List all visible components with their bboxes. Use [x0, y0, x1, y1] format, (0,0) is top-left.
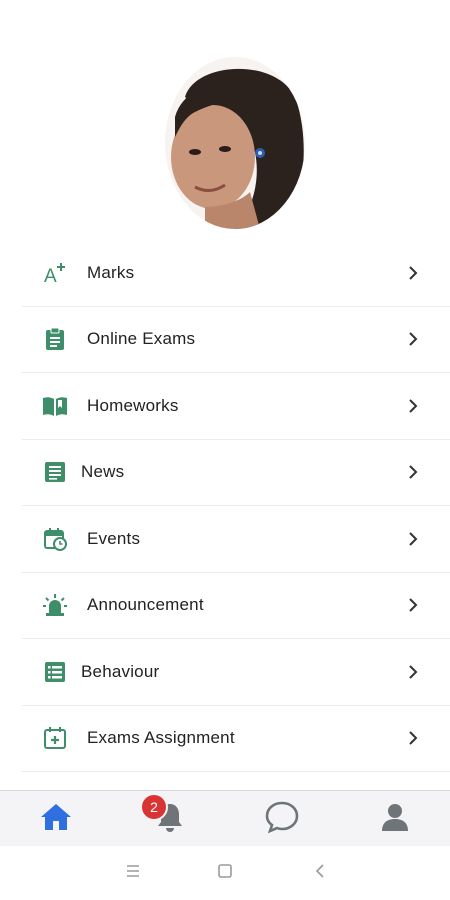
avatar-image	[165, 57, 305, 229]
system-navigation-bar	[0, 846, 450, 900]
menu-item-homeworks[interactable]: Homeworks	[22, 373, 450, 440]
person-icon	[380, 802, 410, 837]
chevron-right-icon	[406, 332, 420, 346]
list-icon	[42, 659, 68, 685]
bottom-navigation	[0, 790, 450, 846]
menu-lines-icon	[125, 864, 141, 883]
menu-item-label: News	[81, 462, 125, 482]
menu-item-events[interactable]: Events	[22, 506, 450, 573]
menu-item-label: Homeworks	[87, 395, 179, 415]
menu-item-label: Announcement	[87, 595, 204, 615]
square-icon	[217, 863, 233, 884]
chevron-right-icon	[406, 598, 420, 612]
book-icon	[42, 393, 68, 419]
recent-apps-button[interactable]	[118, 860, 148, 886]
notification-count-badge: 2	[140, 793, 168, 821]
chat-icon	[264, 800, 300, 839]
menu-item-label: Marks	[87, 262, 135, 282]
clipboard-icon	[42, 326, 68, 352]
menu-item-label: Events	[87, 528, 141, 548]
home-icon	[39, 802, 73, 837]
menu-item-label: Online Exams	[87, 329, 196, 349]
calendar-plus-icon	[42, 725, 68, 751]
grade-plus-icon: A	[42, 260, 68, 286]
nav-profile-button[interactable]	[375, 801, 415, 837]
svg-text:A: A	[44, 266, 57, 286]
profile-avatar[interactable]	[165, 57, 305, 229]
menu-item-online-exams[interactable]: Online Exams	[22, 307, 450, 373]
menu-item-marks[interactable]: A Marks	[22, 240, 450, 307]
newspaper-icon	[42, 459, 68, 485]
chevron-right-icon	[406, 532, 420, 546]
calendar-clock-icon	[42, 526, 68, 552]
chevron-right-icon	[406, 399, 420, 413]
menu-list: A Marks Online Exams Homeworks News Even…	[22, 240, 450, 772]
menu-item-exams-assignment[interactable]: Exams Assignment	[22, 706, 450, 772]
menu-item-news[interactable]: News	[22, 440, 450, 506]
home-system-button[interactable]	[210, 860, 240, 886]
chevron-right-icon	[406, 465, 420, 479]
menu-item-label: Behaviour	[81, 661, 160, 681]
nav-home-button[interactable]	[36, 801, 76, 837]
chevron-left-icon	[314, 863, 326, 884]
menu-item-behaviour[interactable]: Behaviour	[22, 639, 450, 706]
nav-messages-button[interactable]	[262, 801, 302, 837]
back-button[interactable]	[305, 860, 335, 886]
chevron-right-icon	[406, 731, 420, 745]
alarm-light-icon	[42, 592, 68, 618]
menu-item-label: Exams Assignment	[87, 728, 235, 748]
menu-item-announcement[interactable]: Announcement	[22, 573, 450, 639]
chevron-right-icon	[406, 266, 420, 280]
chevron-right-icon	[406, 665, 420, 679]
